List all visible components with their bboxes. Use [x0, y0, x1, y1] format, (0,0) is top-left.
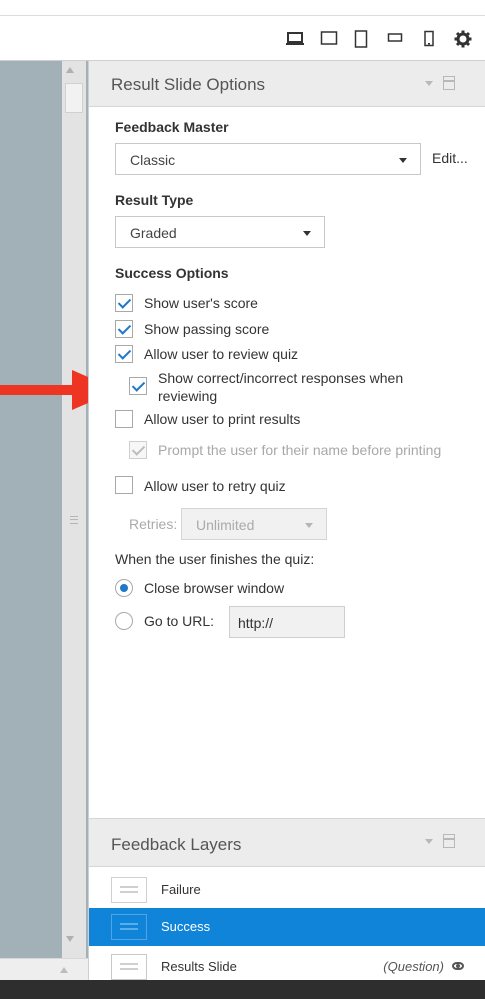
layer-name: Success [161, 919, 211, 934]
finish-quiz-label: When the user finishes the quiz: [115, 551, 315, 567]
feedback-layers-panel: Feedback Layers Failure Success Results … [88, 818, 485, 980]
layers-panel-title: Feedback Layers [111, 835, 242, 854]
result-type-label: Result Type [115, 192, 194, 208]
layer-name: Failure [161, 882, 201, 897]
go-to-url-radio[interactable] [115, 612, 133, 630]
layer-thumbnail [111, 954, 147, 980]
splitter-handle-icon[interactable] [70, 516, 78, 524]
result-slide-options-panel: Result Slide Options Feedback Master Cla… [88, 61, 485, 818]
status-bar [0, 980, 485, 999]
scroll-thumb[interactable] [65, 83, 83, 113]
layer-name: Results Slide [161, 959, 237, 974]
eye-icon[interactable] [452, 962, 464, 970]
left-footer [0, 958, 88, 980]
show-correct-incorrect-label-line2: reviewing [158, 388, 218, 404]
top-strip [0, 0, 485, 16]
chevron-down-icon [399, 158, 407, 163]
show-correct-incorrect-checkbox[interactable] [129, 377, 147, 395]
slide-canvas-area [0, 61, 88, 958]
undock-window-icon[interactable] [443, 834, 455, 848]
go-to-url-label: Go to URL: [144, 613, 215, 629]
result-type-select[interactable]: Graded [115, 216, 325, 248]
tablet-landscape-icon[interactable] [387, 30, 403, 44]
success-options-label: Success Options [115, 265, 229, 281]
allow-review-quiz-label: Allow user to review quiz [144, 346, 299, 362]
layer-thumbnail [111, 914, 147, 940]
laptop-icon[interactable] [285, 30, 305, 46]
feedback-master-value: Classic [130, 152, 176, 168]
layer-row-failure[interactable]: Failure [89, 871, 485, 909]
chevron-down-icon [303, 231, 311, 236]
retries-select[interactable]: Unlimited [181, 508, 327, 540]
close-browser-window-radio[interactable] [115, 579, 133, 597]
layer-row-success[interactable]: Success [89, 908, 485, 946]
allow-retry-quiz-label: Allow user to retry quiz [144, 478, 286, 494]
prompt-name-before-printing-label: Prompt the user for their name before pr… [158, 442, 442, 458]
url-input[interactable]: http:// [229, 606, 345, 638]
close-browser-window-label: Close browser window [144, 580, 285, 596]
edit-feedback-master-link[interactable]: Edit... [432, 150, 468, 166]
gear-icon[interactable] [454, 30, 472, 48]
panel-title: Result Slide Options [111, 75, 266, 94]
desktop-icon[interactable] [320, 30, 338, 46]
panel-header: Result Slide Options [89, 61, 485, 107]
collapse-caret-icon[interactable] [425, 839, 433, 844]
allow-print-results-label: Allow user to print results [144, 411, 301, 427]
collapse-caret-icon[interactable] [425, 81, 433, 86]
tablet-portrait-icon[interactable] [354, 30, 368, 48]
chevron-up-icon[interactable] [60, 967, 68, 973]
scroll-up-icon[interactable] [66, 67, 74, 73]
allow-print-results-checkbox[interactable] [115, 410, 133, 428]
chevron-down-icon [305, 523, 313, 528]
allow-retry-quiz-checkbox[interactable] [115, 476, 133, 494]
layer-type-tag: (Question) [383, 959, 444, 974]
phone-icon[interactable] [423, 30, 435, 48]
show-correct-incorrect-label-line1: Show correct/incorrect responses when [158, 370, 404, 386]
undock-window-icon[interactable] [443, 76, 455, 90]
vertical-scrollbar[interactable] [62, 61, 86, 958]
device-toolbar [0, 16, 485, 61]
scroll-down-icon[interactable] [66, 936, 74, 942]
feedback-master-label: Feedback Master [115, 119, 229, 135]
allow-review-quiz-checkbox[interactable] [115, 345, 133, 363]
layer-thumbnail [111, 877, 147, 903]
retries-value: Unlimited [196, 517, 255, 533]
show-passing-score-checkbox[interactable] [115, 320, 133, 338]
show-users-score-label: Show user's score [144, 295, 258, 311]
url-input-value: http:// [238, 615, 274, 631]
retries-label: Retries: [129, 516, 178, 532]
show-passing-score-label: Show passing score [144, 321, 270, 337]
prompt-name-before-printing-checkbox[interactable] [129, 441, 147, 459]
show-users-score-checkbox[interactable] [115, 294, 133, 312]
result-type-value: Graded [130, 225, 177, 241]
layers-panel-header: Feedback Layers [89, 819, 485, 867]
feedback-master-select[interactable]: Classic [115, 143, 421, 175]
